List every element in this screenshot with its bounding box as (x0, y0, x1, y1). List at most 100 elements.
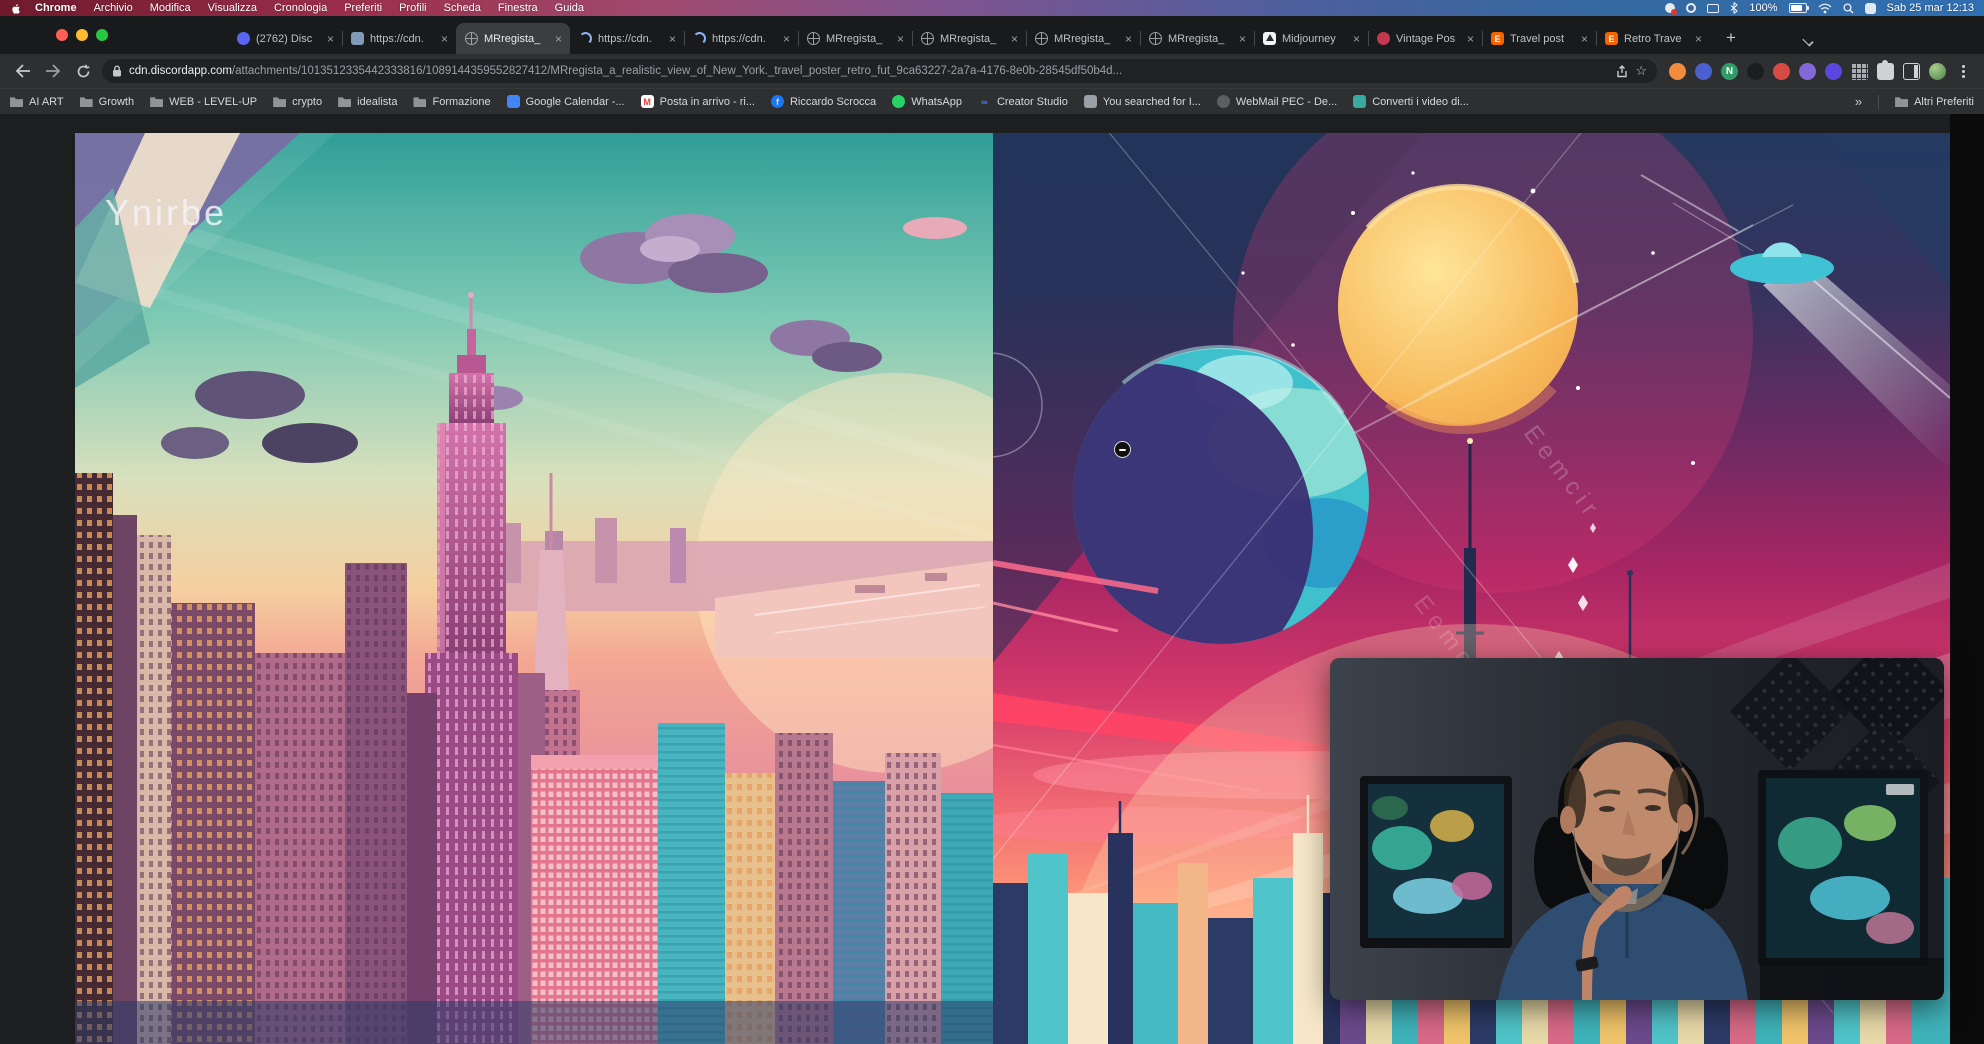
menu-scheda[interactable]: Scheda (444, 2, 481, 14)
tab-close-icon[interactable]: × (1009, 32, 1020, 46)
menu-guida[interactable]: Guida (555, 2, 584, 14)
menu-modifica[interactable]: Modifica (150, 2, 191, 14)
side-panel-icon[interactable] (1903, 63, 1920, 80)
tab-close-icon[interactable]: × (1237, 32, 1248, 46)
spotlight-icon[interactable] (1843, 3, 1854, 14)
bookmark-you-searched-for-i-[interactable]: You searched for I... (1084, 95, 1201, 108)
tab-midjourney[interactable]: Midjourney× (1254, 23, 1368, 54)
tab-close-icon[interactable]: × (1351, 32, 1362, 46)
tab-mrregista-[interactable]: MRregista_× (1026, 23, 1140, 54)
bookmark-label: AI ART (29, 96, 64, 108)
red-extension-icon[interactable] (1773, 63, 1790, 80)
tab-close-icon[interactable]: × (553, 32, 564, 46)
globe-favicon (921, 32, 934, 45)
menubar-clock: Sab 25 mar 12:13 (1887, 2, 1974, 14)
bookmark-creator-studio[interactable]: ∞Creator Studio (978, 95, 1068, 108)
tab-close-icon[interactable]: × (781, 32, 792, 46)
tab-label: MRregista_ (484, 33, 547, 45)
bookmark-altri-preferiti[interactable]: Altri Preferiti (1895, 95, 1974, 108)
tab-mrregista-[interactable]: MRregista_ × (456, 23, 570, 54)
tab-close-icon[interactable]: × (325, 32, 336, 46)
close-window-button[interactable] (56, 29, 68, 41)
menu-cronologia[interactable]: Cronologia (274, 2, 327, 14)
reload-button[interactable] (72, 60, 94, 82)
tab-https-cdn-[interactable]: https://cdn.× (570, 23, 684, 54)
bookmark-label: Posta in arrivo - ri... (660, 96, 755, 108)
bookmark-converti-i-video-di-[interactable]: Converti i video di... (1353, 95, 1469, 108)
url-host: cdn.discordapp.com (129, 65, 232, 77)
dark-extension-icon[interactable] (1747, 63, 1764, 80)
green-extension-icon[interactable]: N (1721, 63, 1738, 80)
obs-icon[interactable] (1686, 3, 1696, 13)
tab-https-cdn-[interactable]: https://cdn.× (684, 23, 798, 54)
profile-avatar[interactable] (1929, 63, 1946, 80)
bookmark-ai-art[interactable]: AI ART (10, 95, 64, 108)
control-center-icon[interactable] (1865, 3, 1876, 14)
grid-extension-icon[interactable] (1851, 63, 1868, 80)
tab-close-icon[interactable]: × (1693, 32, 1704, 46)
bookmark-riccardo-scrocca[interactable]: fRiccardo Scrocca (771, 95, 876, 108)
browser-toolbar: cdn.discordapp.com/attachments/101351233… (0, 54, 1984, 88)
blue-extension-icon[interactable] (1695, 63, 1712, 80)
tab--2762-disc[interactable]: (2762) Disc× (228, 23, 342, 54)
globe-favicon (465, 32, 478, 45)
purple-extension-icon[interactable] (1799, 63, 1816, 80)
bluetooth-icon[interactable] (1730, 2, 1738, 14)
menu-kebab-icon[interactable] (1955, 63, 1972, 80)
tab-mrregista-[interactable]: MRregista_ × (798, 23, 912, 54)
share-icon[interactable] (1616, 65, 1628, 78)
screen-record-icon[interactable] (1665, 3, 1675, 13)
menu-finestra[interactable]: Finestra (498, 2, 538, 14)
bookmark-crypto[interactable]: crypto (273, 95, 322, 108)
tab-vintage-pos[interactable]: Vintage Pos× (1368, 23, 1482, 54)
tab-close-icon[interactable]: × (895, 32, 906, 46)
bookmark-whatsapp[interactable]: WhatsApp (892, 95, 962, 108)
apple-icon[interactable] (10, 3, 21, 14)
bookmark-google-calendar-[interactable]: Google Calendar -... (507, 95, 625, 108)
zoom-out-cursor (1114, 441, 1131, 458)
minimize-window-button[interactable] (76, 29, 88, 41)
folder-icon (150, 95, 163, 108)
tab-close-icon[interactable]: × (439, 32, 450, 46)
menu-profili[interactable]: Profili (399, 2, 427, 14)
display-icon[interactable] (1707, 4, 1719, 13)
bookmark-idealista[interactable]: idealista (338, 95, 397, 108)
midjourney-favicon (1263, 32, 1276, 45)
address-bar[interactable]: cdn.discordapp.com/attachments/101351233… (102, 59, 1657, 83)
bookmark-star-icon[interactable]: ☆ (1635, 63, 1647, 79)
tab-close-icon[interactable]: × (1123, 32, 1134, 46)
forward-button[interactable] (42, 60, 64, 82)
menu-preferiti[interactable]: Preferiti (344, 2, 382, 14)
tab-close-icon[interactable]: × (1579, 32, 1590, 46)
tab-https-cdn-[interactable]: https://cdn.× (342, 23, 456, 54)
menu-archivio[interactable]: Archivio (94, 2, 133, 14)
left-artwork-image[interactable]: Ynirbe (75, 133, 993, 1044)
tab-mrregista-[interactable]: MRregista_× (1140, 23, 1254, 54)
tab-close-icon[interactable]: × (667, 32, 678, 46)
metamask-extension-icon[interactable] (1669, 63, 1686, 80)
bookmark-web-level-up[interactable]: WEB - LEVEL-UP (150, 95, 257, 108)
bookmarks-overflow-chevron[interactable]: » (1855, 94, 1862, 109)
bookmark-formazione[interactable]: Formazione (413, 95, 490, 108)
tab-label: Retro Trave (1624, 33, 1687, 45)
tab-travel-post[interactable]: ETravel post× (1482, 23, 1596, 54)
back-button[interactable] (12, 60, 34, 82)
tab-mrregista-[interactable]: MRregista_× (912, 23, 1026, 54)
extensions-puzzle-icon[interactable] (1877, 63, 1894, 80)
indigo-extension-icon[interactable] (1825, 63, 1842, 80)
bookmark-growth[interactable]: Growth (80, 95, 134, 108)
menu-visualizza[interactable]: Visualizza (208, 2, 257, 14)
url-path: /attachments/1013512335442333816/1089144… (232, 65, 1122, 77)
tab-label: MRregista_ (826, 33, 889, 45)
battery-icon (1789, 3, 1807, 13)
wifi-icon[interactable] (1818, 3, 1832, 14)
bookmark-webmail-pec-de-[interactable]: WebMail PEC - De... (1217, 95, 1337, 108)
tab-close-icon[interactable]: × (1465, 32, 1476, 46)
bookmark-posta-in-arrivo-ri-[interactable]: MPosta in arrivo - ri... (641, 95, 755, 108)
tab-retro-trave[interactable]: ERetro Trave× (1596, 23, 1710, 54)
new-tab-button[interactable]: + (1718, 25, 1744, 51)
webmail-favicon (1217, 95, 1230, 108)
zoom-window-button[interactable] (96, 29, 108, 41)
chevron-down-icon[interactable] (1802, 33, 1814, 45)
menu-chrome[interactable]: Chrome (35, 2, 77, 14)
